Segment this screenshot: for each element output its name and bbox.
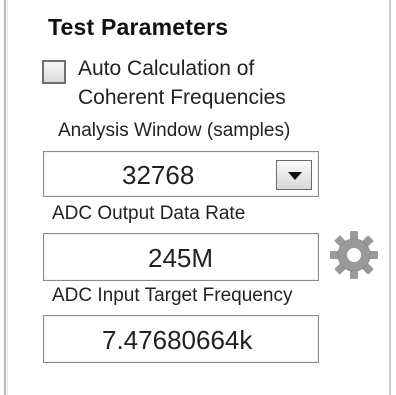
- analysis-window-label: Analysis Window (samples): [58, 120, 291, 141]
- auto-calculation-label-line2: Coherent Frequencies: [78, 86, 286, 109]
- adc-output-rate-input[interactable]: 245M: [43, 233, 319, 281]
- panel-right-border: [389, 0, 391, 395]
- adc-output-rate-value: 245M: [148, 243, 214, 273]
- adc-input-target-input[interactable]: 7.47680664k: [43, 315, 319, 363]
- adc-output-rate-label: ADC Output Data Rate: [52, 203, 246, 224]
- test-parameters-panel: Test Parameters Auto Calculation of Cohe…: [0, 0, 396, 395]
- chevron-down-icon: [288, 172, 302, 180]
- auto-calculation-checkbox[interactable]: [42, 60, 66, 84]
- panel-left-border-inner: [7, 0, 8, 395]
- panel-title: Test Parameters: [48, 14, 229, 40]
- analysis-window-dropdown-button[interactable]: [276, 160, 312, 190]
- adc-input-target-value: 7.47680664k: [102, 325, 253, 355]
- gear-icon[interactable]: [329, 230, 379, 280]
- auto-calculation-label-line1: Auto Calculation of: [78, 57, 255, 80]
- panel-left-border: [4, 0, 6, 395]
- analysis-window-value: 32768: [122, 160, 195, 190]
- auto-calculation-label[interactable]: Auto Calculation of Coherent Frequencies: [78, 54, 286, 112]
- adc-input-target-label: ADC Input Target Frequency: [52, 285, 293, 306]
